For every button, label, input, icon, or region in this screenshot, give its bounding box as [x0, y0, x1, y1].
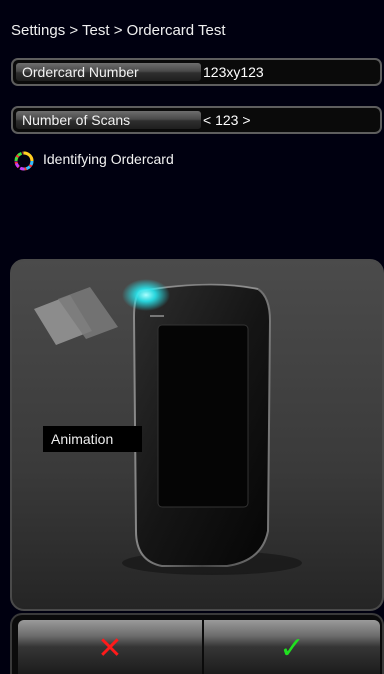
ordercard-number-label: Ordercard Number — [16, 63, 201, 81]
number-of-scans-field[interactable]: Number of Scans < 123 > — [11, 106, 382, 134]
number-of-scans-label: Number of Scans — [16, 111, 201, 129]
ordercard-number-value: 123xy123 — [203, 64, 264, 80]
loading-spinner-icon — [14, 151, 34, 171]
number-of-scans-value[interactable]: < 123 > — [203, 111, 251, 129]
cancel-x-icon: ✕ — [97, 631, 123, 666]
breadcrumb: Settings > Test > Ordercard Test — [11, 22, 226, 39]
action-bar: ✕ ✓ — [10, 613, 384, 674]
checkmark-icon: ✓ — [279, 631, 305, 666]
ordercard-number-field: Ordercard Number 123xy123 — [11, 58, 382, 86]
card-icon — [34, 287, 118, 345]
status-text: Identifying Ordercard — [43, 151, 174, 167]
confirm-button[interactable]: ✓ — [204, 620, 380, 674]
animation-label: Animation — [43, 426, 142, 452]
cancel-button[interactable]: ✕ — [18, 620, 202, 674]
